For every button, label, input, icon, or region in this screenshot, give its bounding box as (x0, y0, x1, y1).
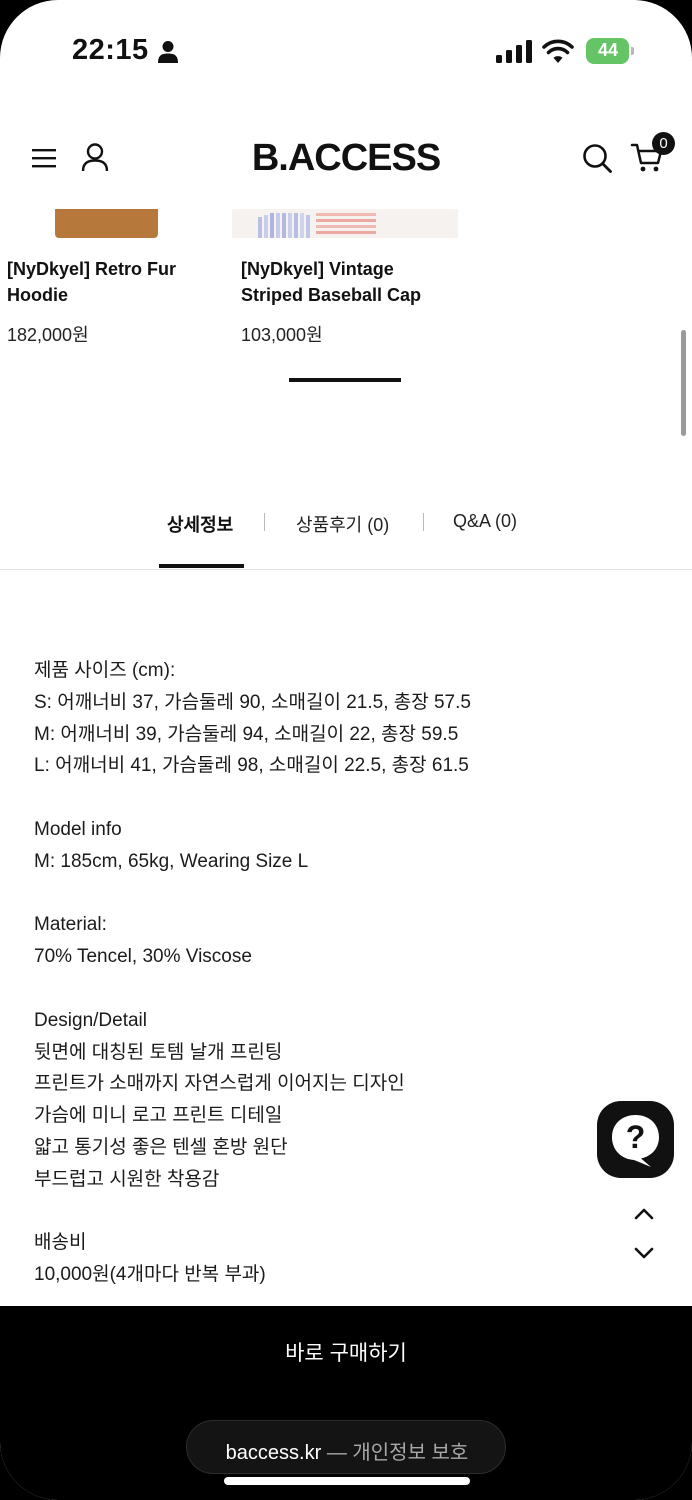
home-indicator[interactable] (224, 1477, 470, 1485)
phone-screen: 22:15 44 B.ACCESS 0 [NyDkyel] Retro Fur … (0, 0, 692, 1500)
tab-reviews[interactable]: 상품후기 (0) (296, 511, 389, 537)
size-heading: 제품 사이즈 (cm): (34, 660, 176, 681)
site-header: B.ACCESS (0, 125, 692, 195)
product-tabs: 상세정보 상품후기 (0) Q&A (0) (0, 495, 692, 570)
shipping-heading: 배송비 (34, 1232, 87, 1254)
product-detail-text: 제품 사이즈 (cm): S: 어깨너비 37, 가슴둘레 90, 소매길이 2… (34, 655, 594, 1291)
size-l: L: 어깨너비 41, 가슴둘레 98, 소매길이 22.5, 총장 61.5 (34, 755, 469, 777)
battery-level: 44 (597, 40, 619, 60)
person-icon (158, 41, 178, 63)
tab-divider (264, 513, 265, 531)
material-value: 70% Tencel, 30% Viscose (34, 946, 252, 968)
product-price-hoodie: 182,000원 (7, 325, 89, 345)
privacy-label: — 개인정보 보호 (326, 1442, 469, 1464)
design-line: 뒷면에 대칭된 토템 날개 프린팅 (34, 1041, 283, 1063)
design-heading: Design/Detail (34, 1009, 147, 1031)
cart-count-badge: 0 (652, 132, 675, 155)
status-time: 22:15 (72, 34, 149, 66)
material-heading: Material: (34, 914, 107, 936)
product-title-hoodie[interactable]: [NyDkyel] Retro Fur Hoodie (7, 256, 176, 308)
carousel-progress-bar (289, 378, 401, 382)
battery-indicator: 44 (586, 38, 634, 64)
buy-now-button[interactable]: 바로 구매하기 (0, 1337, 692, 1367)
browser-address-bar[interactable]: baccess.kr — 개인정보 보호 (186, 1420, 506, 1474)
product-image-hoodie[interactable] (55, 209, 158, 238)
tab-qa[interactable]: Q&A (0) (453, 511, 517, 532)
search-icon[interactable] (581, 142, 613, 174)
scroll-to-top-icon[interactable] (632, 1202, 656, 1226)
question-chat-icon: ? (612, 1115, 659, 1167)
chat-help-button[interactable]: ? (597, 1101, 674, 1178)
shipping-value: 10,000원(4개마다 반복 부과) (34, 1264, 266, 1286)
browser-domain: baccess.kr (225, 1442, 322, 1464)
svg-text:?: ? (626, 1119, 646, 1155)
cellular-signal-icon (496, 40, 532, 63)
size-s: S: 어깨너비 37, 가슴둘레 90, 소매길이 21.5, 총장 57.5 (34, 691, 471, 713)
status-bar: 22:15 44 (0, 0, 692, 110)
product-price-cap: 103,000원 (241, 325, 323, 345)
active-tab-indicator (159, 564, 244, 568)
design-line: 프린트가 소매까지 자연스럽게 이어지는 디자인 (34, 1073, 405, 1095)
size-m: M: 어깨너비 39, 가슴둘레 94, 소매길이 22, 총장 59.5 (34, 723, 459, 745)
page-scrollbar[interactable] (681, 330, 686, 436)
design-line: 부드럽고 시원한 착용감 (34, 1168, 220, 1190)
design-line: 얇고 통기성 좋은 텐셀 혼방 원단 (34, 1136, 288, 1158)
model-info-heading: Model info (34, 818, 122, 840)
model-info-value: M: 185cm, 65kg, Wearing Size L (34, 850, 309, 872)
product-title-cap[interactable]: [NyDkyel] Vintage Striped Baseball Cap (241, 256, 421, 308)
tab-detail-info[interactable]: 상세정보 (167, 511, 233, 537)
design-line: 가슴에 미니 로고 프린트 디테일 (34, 1105, 283, 1127)
wifi-icon (542, 39, 574, 63)
product-image-cap[interactable] (232, 209, 458, 238)
scroll-to-bottom-icon[interactable] (632, 1241, 656, 1265)
tab-divider (423, 513, 424, 531)
